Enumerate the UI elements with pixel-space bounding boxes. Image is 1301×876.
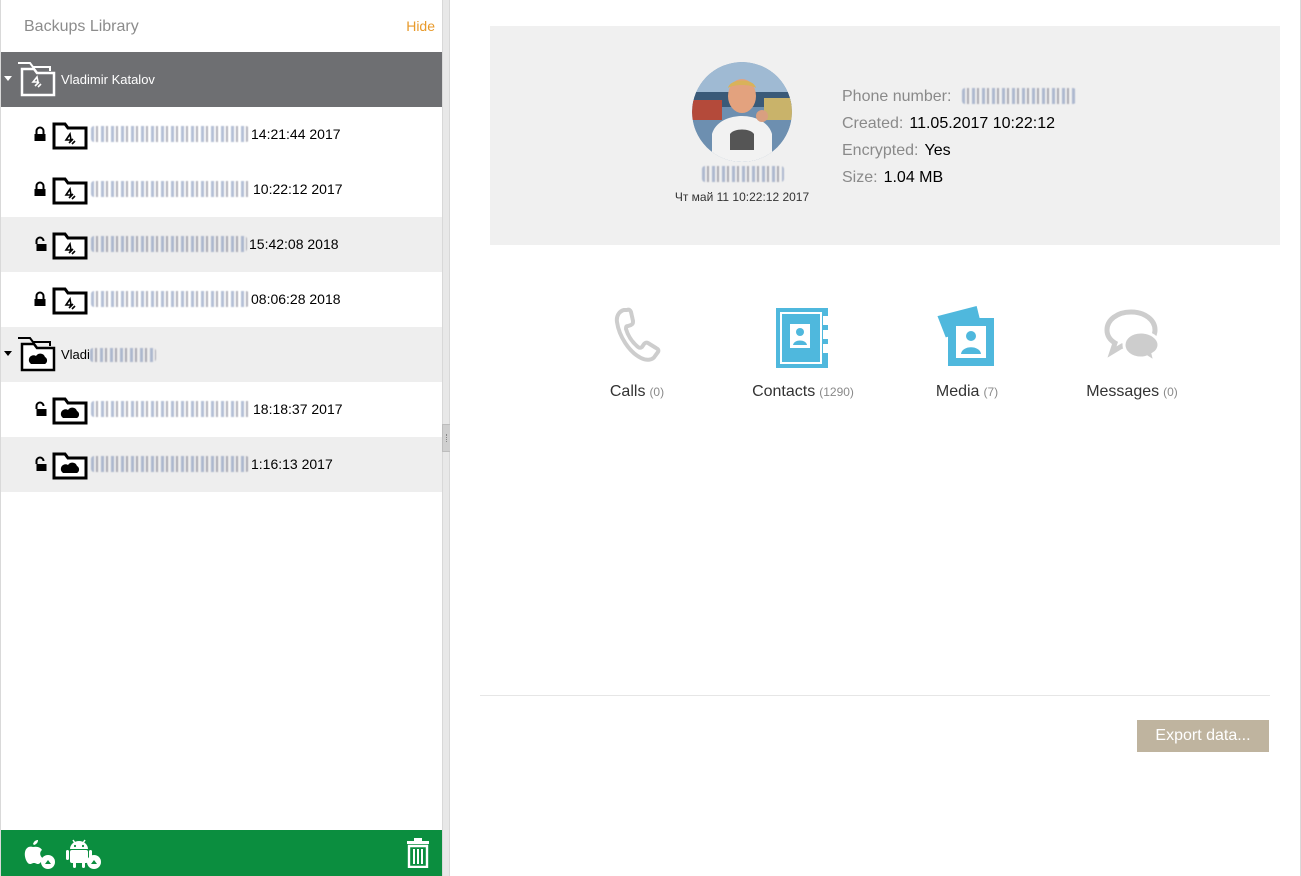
redacted-text bbox=[89, 348, 156, 362]
size-row: Size: 1.04 MB bbox=[842, 169, 943, 187]
size-value: 1.04 MB bbox=[883, 169, 944, 186]
backup-name: 15:42:08 2018 bbox=[91, 236, 339, 252]
messages-icon bbox=[1104, 309, 1161, 366]
backup-item[interactable]: 08:06:28 2018 bbox=[1, 272, 443, 327]
content-divider bbox=[480, 695, 1270, 696]
itunes-folder-icon bbox=[52, 232, 88, 260]
backup-name: 08:06:28 2018 bbox=[91, 291, 341, 307]
sidebar-header: Backups Library Hide bbox=[1, 0, 442, 52]
category-name: Media bbox=[935, 383, 980, 400]
category-label: Media (7) bbox=[892, 383, 1042, 401]
add-android-backup-button[interactable] bbox=[65, 838, 103, 870]
backup-date: Чт май 11 10:22:12 2017 bbox=[674, 190, 810, 204]
phone-number-redacted bbox=[961, 88, 1076, 104]
itunes-folder-icon bbox=[52, 122, 88, 150]
export-data-button[interactable]: Export data... bbox=[1137, 720, 1269, 752]
category-count: (0) bbox=[1163, 385, 1178, 399]
expand-caret-icon[interactable] bbox=[4, 351, 12, 356]
owner-avatar bbox=[692, 62, 792, 162]
redacted-text bbox=[91, 126, 249, 142]
trash-icon bbox=[407, 838, 429, 869]
category-count: (1290) bbox=[819, 385, 854, 399]
phone-number-row: Phone number: bbox=[842, 88, 1078, 106]
stacked-cloud-folder-icon bbox=[18, 337, 56, 372]
sidebar-footer-toolbar bbox=[1, 830, 443, 876]
media-icon bbox=[937, 305, 994, 366]
encrypted-value: Yes bbox=[924, 142, 951, 159]
backup-time: 08:06:28 2018 bbox=[251, 291, 341, 307]
redacted-text bbox=[91, 401, 251, 417]
lock-open-icon bbox=[35, 456, 47, 471]
created-row: Created: 11.05.2017 10:22:12 bbox=[842, 115, 1055, 133]
phone-number-label: Phone number: bbox=[842, 88, 952, 105]
encrypted-row: Encrypted: Yes bbox=[842, 142, 951, 160]
redacted-text bbox=[91, 456, 249, 472]
lock-open-icon bbox=[35, 236, 47, 251]
backup-item[interactable]: 1:16:13 2017 bbox=[1, 437, 443, 492]
backups-library-panel: Backups Library Hide Vladimir Katalov 14… bbox=[0, 0, 443, 876]
apple-add-icon bbox=[24, 840, 55, 869]
delete-backup-button[interactable] bbox=[401, 838, 439, 870]
device-info-card: Чт май 11 10:22:12 2017 Phone number: Cr… bbox=[490, 26, 1280, 245]
category-label: Calls (0) bbox=[562, 383, 712, 401]
category-label: Messages (0) bbox=[1057, 383, 1207, 401]
group-name: Vladi bbox=[61, 347, 158, 362]
device-name-redacted bbox=[702, 166, 784, 182]
add-ios-backup-button[interactable] bbox=[19, 838, 57, 870]
backup-item[interactable]: 18:18:37 2017 bbox=[1, 382, 443, 437]
backup-item[interactable]: 15:42:08 2018 bbox=[1, 217, 443, 272]
backup-group-vladimir-katalov[interactable]: Vladimir Katalov bbox=[1, 52, 443, 107]
backup-name: 18:18:37 2017 bbox=[91, 401, 343, 417]
hide-sidebar-link[interactable]: Hide bbox=[406, 18, 435, 34]
lock-closed-icon bbox=[34, 291, 46, 306]
expand-caret-icon[interactable] bbox=[4, 76, 12, 81]
category-name: Contacts bbox=[752, 383, 816, 400]
android-add-icon bbox=[66, 839, 101, 869]
itunes-folder-icon bbox=[52, 177, 88, 205]
category-label: Contacts (1290) bbox=[728, 383, 878, 401]
category-calls[interactable]: Calls (0) bbox=[562, 300, 712, 410]
lock-open-icon bbox=[35, 401, 47, 416]
phone-icon bbox=[614, 307, 661, 362]
lock-closed-icon bbox=[34, 181, 46, 196]
backup-item[interactable]: 14:21:44 2017 bbox=[1, 107, 443, 162]
backup-time: 14:21:44 2017 bbox=[251, 126, 341, 142]
backup-details-panel: Чт май 11 10:22:12 2017 Phone number: Cr… bbox=[450, 0, 1301, 876]
redacted-text bbox=[91, 181, 251, 197]
category-name: Calls bbox=[609, 383, 646, 400]
itunes-folder-icon bbox=[52, 287, 88, 315]
sidebar-title: Backups Library bbox=[24, 18, 139, 35]
encrypted-label: Encrypted: bbox=[842, 142, 919, 159]
created-value: 11.05.2017 10:22:12 bbox=[909, 115, 1055, 132]
backup-item[interactable]: 10:22:12 2017 bbox=[1, 162, 443, 217]
backup-time: 1:16:13 2017 bbox=[251, 456, 333, 472]
category-count: (0) bbox=[649, 385, 665, 399]
group-name: Vladimir Katalov bbox=[61, 72, 155, 87]
backup-time: 15:42:08 2018 bbox=[249, 236, 339, 252]
category-contacts[interactable]: Contacts (1290) bbox=[728, 300, 878, 410]
backup-name: 1:16:13 2017 bbox=[91, 456, 333, 472]
backup-time: 10:22:12 2017 bbox=[253, 181, 343, 197]
category-name: Messages bbox=[1086, 383, 1160, 400]
backup-name: 14:21:44 2017 bbox=[91, 126, 341, 142]
category-media[interactable]: Media (7) bbox=[892, 300, 1042, 410]
redacted-text bbox=[91, 236, 247, 252]
icloud-folder-icon bbox=[52, 397, 88, 425]
contacts-icon bbox=[776, 308, 828, 368]
group-name-text: Vladi bbox=[61, 347, 90, 362]
stacked-folder-icon bbox=[18, 62, 56, 97]
redacted-text bbox=[91, 291, 249, 307]
created-label: Created: bbox=[842, 115, 904, 132]
size-label: Size: bbox=[842, 169, 878, 186]
backup-name: 10:22:12 2017 bbox=[91, 181, 343, 197]
lock-closed-icon bbox=[34, 126, 46, 141]
category-count: (7) bbox=[983, 385, 999, 399]
icloud-folder-icon bbox=[52, 452, 88, 480]
backup-time: 18:18:37 2017 bbox=[253, 401, 343, 417]
backup-group-icloud[interactable]: Vladi bbox=[1, 327, 443, 382]
panel-splitter[interactable] bbox=[442, 0, 452, 876]
category-messages[interactable]: Messages (0) bbox=[1057, 300, 1207, 410]
